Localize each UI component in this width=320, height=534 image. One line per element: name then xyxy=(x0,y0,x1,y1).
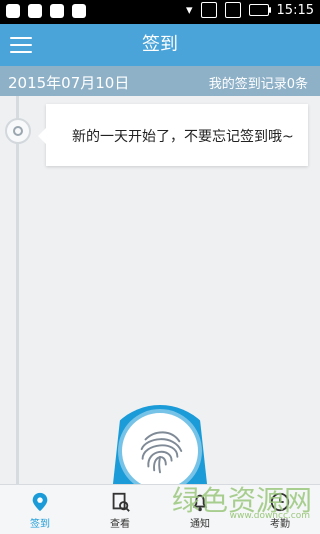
title-bar: 签到 xyxy=(0,24,320,66)
fingerprint-icon xyxy=(140,431,183,474)
signal-box-icon-2 xyxy=(224,2,241,18)
status-bar: ▾ 15:15 xyxy=(0,0,320,24)
location-dot xyxy=(13,126,23,136)
message-card: 新的一天开始了，不要忘记签到哦~ xyxy=(38,104,308,166)
location-pin-icon xyxy=(32,492,48,512)
app-notification-icon xyxy=(6,4,20,18)
status-right: ▾ 15:15 xyxy=(186,2,314,18)
tab-signin[interactable]: 签到 xyxy=(0,485,80,534)
current-date: 2015年07月10日 xyxy=(8,74,130,92)
card-message: 新的一天开始了，不要忘记签到哦~ xyxy=(72,129,294,145)
page-title: 签到 xyxy=(142,34,178,55)
timeline-location-icon xyxy=(5,118,31,144)
fingerprint-button[interactable] xyxy=(122,413,198,489)
site-watermark-url: www.downcc.com xyxy=(229,511,310,521)
android-icon xyxy=(72,4,86,18)
image-icon xyxy=(50,4,64,18)
date-bar: 2015年07月10日 我的签到记录0条 xyxy=(0,66,320,96)
status-left-icons xyxy=(6,4,86,18)
tab-label: 签到 xyxy=(30,519,50,530)
battery-icon xyxy=(248,4,271,16)
check-icon xyxy=(28,4,42,18)
tab-view[interactable]: 查看 xyxy=(80,485,160,534)
signin-records-count[interactable]: 我的签到记录0条 xyxy=(209,73,308,92)
status-time: 15:15 xyxy=(276,2,314,18)
tab-label: 查看 xyxy=(110,519,130,530)
document-search-icon xyxy=(112,492,130,512)
wifi-icon: ▾ xyxy=(186,2,193,18)
signal-box-icon xyxy=(200,2,217,18)
timeline-line xyxy=(16,96,19,486)
